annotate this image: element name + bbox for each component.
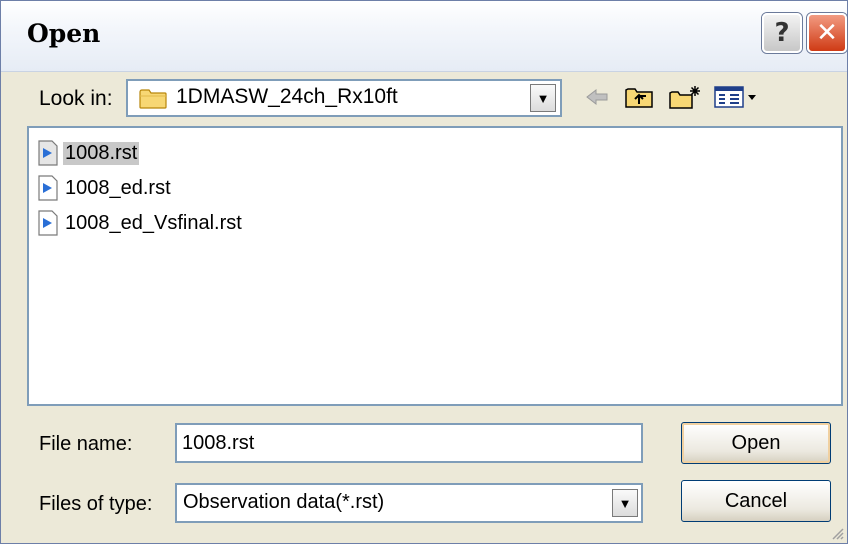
resize-grip-icon[interactable] xyxy=(830,526,844,540)
file-item[interactable]: 1008_ed_Vsfinal.rst xyxy=(37,208,244,238)
rst-file-icon xyxy=(38,175,58,201)
open-button[interactable]: Open xyxy=(681,422,831,464)
file-item[interactable]: 1008_ed.rst xyxy=(37,173,173,203)
file-list[interactable]: 1008.rst 1008_ed.rst 1008_ed_Vsfinal.rst xyxy=(27,126,843,406)
views-menu-button[interactable] xyxy=(713,83,767,111)
file-name: 1008_ed_Vsfinal.rst xyxy=(65,211,242,234)
up-folder-icon xyxy=(625,88,653,108)
chevron-down-icon: ▼ xyxy=(618,495,632,511)
files-of-type-label: Files of type: xyxy=(39,493,153,515)
close-icon: ✕ xyxy=(816,18,838,48)
close-button[interactable]: ✕ xyxy=(807,13,847,53)
title-bar[interactable]: Open ? ✕ xyxy=(1,1,847,72)
files-of-type-dropdown[interactable]: Observation data(*.rst) ▼ xyxy=(175,483,643,523)
file-name-label: File name: xyxy=(39,433,133,455)
dialog-title: Open xyxy=(27,19,101,48)
file-name: 1008_ed.rst xyxy=(65,176,171,199)
views-menu-icon xyxy=(714,86,756,108)
look-in-label: Look in: xyxy=(39,87,113,110)
help-button[interactable]: ? xyxy=(762,13,802,53)
new-folder-button[interactable] xyxy=(668,83,702,111)
rst-file-icon xyxy=(38,140,58,166)
up-one-level-button[interactable] xyxy=(623,83,655,111)
open-dialog: Open ? ✕ Look in: 1DMASW_24ch_Rx10ft ▼ 1… xyxy=(0,0,848,544)
look-in-dropdown[interactable]: 1DMASW_24ch_Rx10ft ▼ xyxy=(126,79,562,117)
files-of-type-arrow-button[interactable]: ▼ xyxy=(612,489,638,517)
files-of-type-value: Observation data(*.rst) xyxy=(183,491,385,513)
rst-file-icon xyxy=(38,210,58,236)
chevron-down-icon: ▼ xyxy=(536,90,550,106)
file-item[interactable]: 1008.rst xyxy=(37,138,140,168)
file-name-input[interactable] xyxy=(175,423,643,463)
file-name: 1008.rst xyxy=(63,141,140,165)
back-button[interactable] xyxy=(583,83,611,111)
folder-icon xyxy=(139,89,167,109)
look-in-value: 1DMASW_24ch_Rx10ft xyxy=(176,85,398,108)
back-arrow-icon xyxy=(586,88,608,106)
question-icon: ? xyxy=(774,18,790,48)
new-folder-icon xyxy=(669,86,700,109)
cancel-button[interactable]: Cancel xyxy=(681,480,831,522)
look-in-arrow-button[interactable]: ▼ xyxy=(530,84,556,112)
